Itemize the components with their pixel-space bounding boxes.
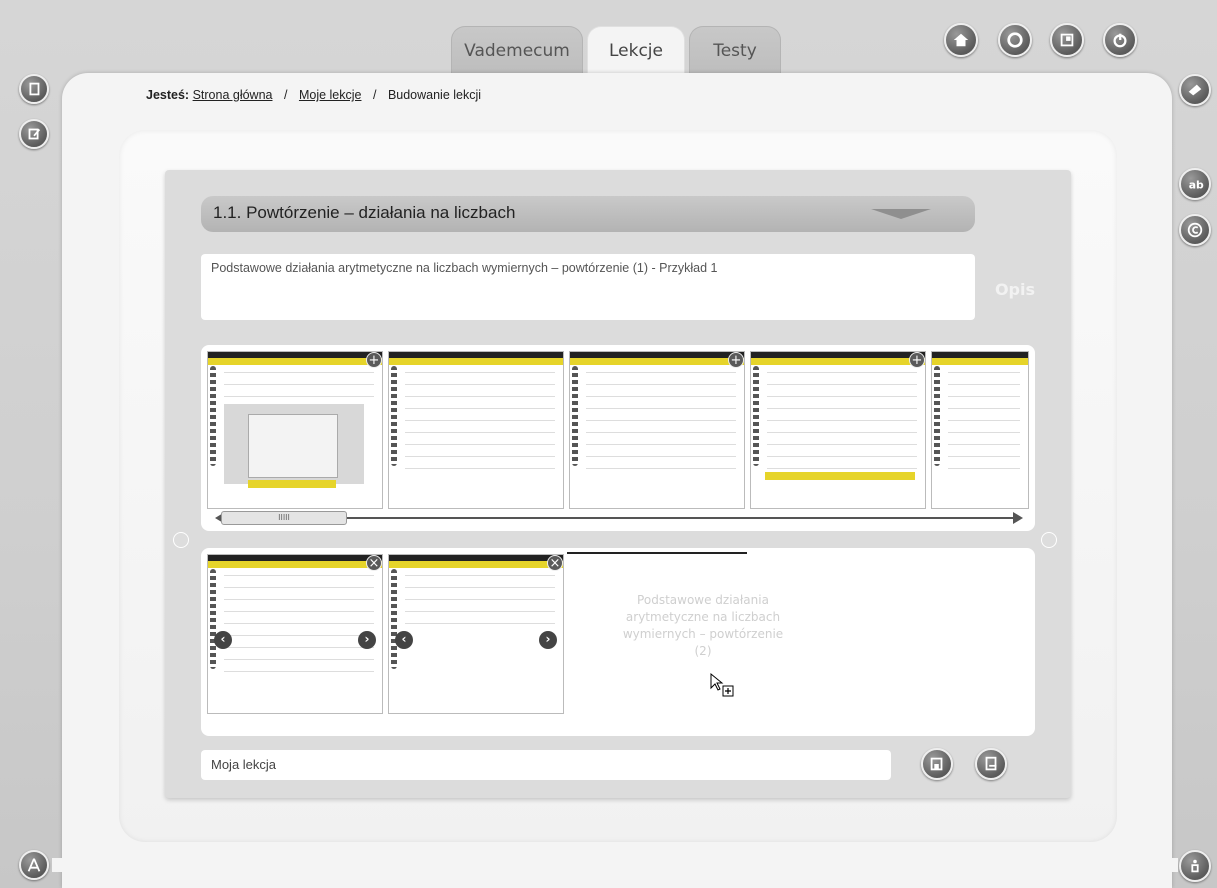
power-icon[interactable]: [1103, 23, 1137, 57]
ruler-tool-icon[interactable]: [1179, 74, 1211, 106]
available-slides-strip: + + + IIIII: [201, 345, 1035, 531]
thumbnail-yellow-bar: [248, 480, 336, 488]
thumbnail-yellow-bar: [570, 358, 744, 365]
documents-icon[interactable]: [19, 74, 49, 104]
thumbnail-content: [586, 372, 736, 472]
accessibility-icon[interactable]: [1179, 850, 1211, 882]
thumbnail-content: [948, 372, 1020, 472]
description-label: Opis: [994, 280, 1035, 299]
move-left-icon[interactable]: ‹: [395, 631, 413, 649]
svg-text:ab: ab: [1189, 179, 1204, 192]
save-lesson-icon[interactable]: [921, 748, 953, 780]
slide-thumbnail[interactable]: [388, 351, 564, 509]
scroll-right-arrow-icon[interactable]: [1013, 512, 1023, 524]
remove-slide-button[interactable]: ×: [366, 555, 382, 571]
thumbnail-content: [405, 575, 555, 625]
remove-slide-button[interactable]: ×: [547, 555, 563, 571]
thumbnail-content: [405, 372, 555, 472]
move-right-icon[interactable]: ›: [539, 631, 557, 649]
slide-thumbnail[interactable]: +: [207, 351, 383, 509]
dragged-slide-title: Podstawowe działania arytmetyczne na lic…: [622, 593, 784, 658]
thumbnail-content: [224, 372, 374, 402]
lesson-builder-panel: 1.1. Powtórzenie – działania na liczbach…: [165, 170, 1071, 798]
lesson-slide-thumbnail[interactable]: × ‹ ›: [388, 554, 564, 714]
thumbnail-content: [224, 575, 374, 675]
scroll-down-right-icon[interactable]: [1041, 532, 1057, 548]
lesson-title-bar[interactable]: 1.1. Powtórzenie – działania na liczbach: [201, 196, 975, 232]
breadcrumb-my-lessons-link[interactable]: Moje lekcje: [299, 88, 362, 102]
move-left-icon[interactable]: ‹: [214, 631, 232, 649]
thumbnail-figure-inner: [248, 414, 338, 478]
thumbnail-nav-dots: [934, 366, 940, 466]
copyright-icon[interactable]: [1179, 214, 1211, 246]
slide-thumbnail[interactable]: +: [750, 351, 926, 509]
slides-scrollbar[interactable]: IIIII: [215, 511, 1023, 525]
tab-lekcje[interactable]: Lekcje: [587, 26, 685, 78]
add-slide-button[interactable]: +: [366, 352, 382, 368]
thumbnail-nav-dots: [753, 366, 759, 466]
thumbnail-yellow-bar: [932, 358, 1028, 365]
lesson-slide-thumbnail[interactable]: × ‹ ›: [207, 554, 383, 714]
thumbnail-yellow-bar: [765, 472, 915, 480]
breadcrumb-home-link[interactable]: Strona główna: [193, 88, 273, 102]
content-card: 1.1. Powtórzenie – działania na liczbach…: [119, 130, 1117, 842]
breadcrumb: Jesteś: Strona główna / Moje lekcje / Bu…: [146, 88, 481, 102]
breadcrumb-separator: /: [283, 88, 288, 102]
thumbnail-content: [767, 372, 917, 472]
main-tabs: Vademecum Lekcje Testy: [451, 26, 785, 78]
add-slide-button[interactable]: +: [909, 352, 925, 368]
move-right-icon[interactable]: ›: [358, 631, 376, 649]
main-frame: Jesteś: Strona główna / Moje lekcje / Bu…: [62, 73, 1172, 888]
thumbnail-nav-dots: [391, 569, 397, 669]
thumbnail-yellow-bar: [389, 358, 563, 365]
thumbnail-yellow-bar: [751, 358, 925, 365]
drop-indicator: [567, 552, 747, 554]
dictionary-icon[interactable]: ab: [1179, 168, 1211, 200]
lesson-description: Podstawowe działania arytmetyczne na lic…: [201, 254, 975, 320]
drag-copy-cursor-icon: [710, 672, 734, 697]
tab-testy[interactable]: Testy: [689, 26, 781, 76]
right-panel-handle[interactable]: [1166, 858, 1178, 872]
thumbnail-yellow-bar: [208, 358, 382, 365]
slide-thumbnail[interactable]: +: [569, 351, 745, 509]
breadcrumb-separator: /: [372, 88, 377, 102]
breadcrumb-prefix: Jesteś:: [146, 88, 190, 102]
help-lifebuoy-icon[interactable]: [998, 23, 1032, 57]
home-icon[interactable]: [944, 23, 978, 57]
thumbnail-nav-dots: [572, 366, 578, 466]
thumbnail-nav-dots: [210, 366, 216, 466]
thumbnail-nav-dots: [391, 366, 397, 466]
tab-vademecum[interactable]: Vademecum: [451, 26, 583, 76]
thumbnail-nav-dots: [210, 569, 216, 669]
lesson-slides-strip: × ‹ › × ‹ › Podstawowe działania arytmet…: [201, 548, 1035, 736]
breadcrumb-current: Budowanie lekcji: [387, 88, 482, 102]
add-slide-button[interactable]: +: [728, 352, 744, 368]
edit-notes-icon[interactable]: [19, 119, 49, 149]
fullscreen-icon[interactable]: [1050, 23, 1084, 57]
lesson-title: 1.1. Powtórzenie – działania na liczbach: [213, 203, 516, 222]
chevron-down-icon[interactable]: [871, 209, 931, 219]
scroll-thumb[interactable]: IIIII: [221, 511, 347, 525]
left-panel-handle[interactable]: [52, 858, 64, 872]
compass-tool-icon[interactable]: [19, 850, 49, 880]
slide-thumbnail[interactable]: [931, 351, 1029, 509]
thumbnail-yellow-bar: [208, 561, 382, 568]
thumbnail-yellow-bar: [389, 561, 563, 568]
export-lesson-icon[interactable]: [975, 748, 1007, 780]
scroll-down-left-icon[interactable]: [173, 532, 189, 548]
lesson-name-input[interactable]: Moja lekcja: [201, 750, 891, 780]
